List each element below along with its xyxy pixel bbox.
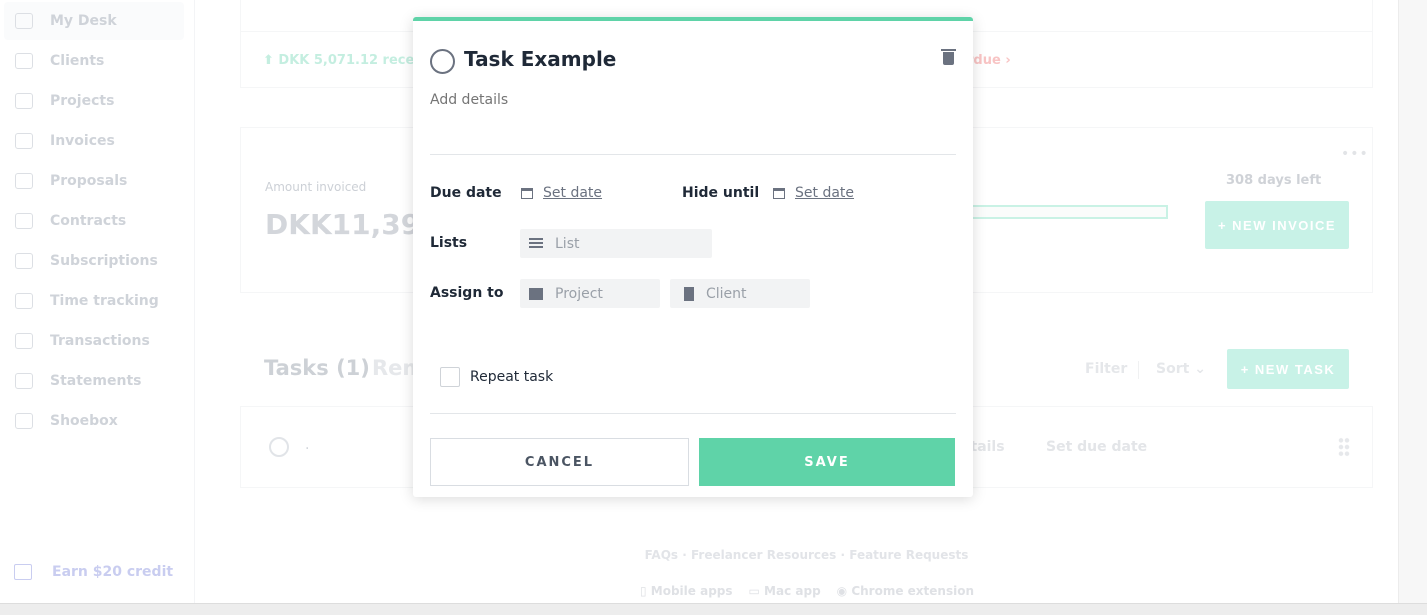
hide-until-link[interactable]: Set date	[795, 185, 854, 201]
mobile-apps-link[interactable]: ▯ Mobile apps	[640, 584, 733, 598]
refresh-icon	[15, 253, 33, 269]
sidebar-item-contracts[interactable]: Contracts	[4, 202, 184, 240]
sidebar-item-transactions[interactable]: Transactions	[4, 322, 184, 360]
lists-label: Lists	[430, 235, 468, 251]
sidebar-item-proposals[interactable]: Proposals	[4, 162, 184, 200]
amount-invoiced-label: Amount invoiced	[265, 180, 367, 194]
cancel-button[interactable]: CANCEL	[430, 438, 689, 486]
list-icon	[529, 237, 543, 250]
client-select[interactable]: Client	[670, 279, 810, 308]
list-select[interactable]: List	[520, 229, 712, 258]
sidebar-item-subscriptions[interactable]: Subscriptions	[4, 242, 184, 280]
gift-icon	[14, 564, 32, 580]
filter-button[interactable]: Filter	[1085, 361, 1127, 377]
due-date-label: Due date	[430, 185, 502, 201]
project-placeholder: Project	[555, 285, 603, 302]
sort-button[interactable]: Sort ⌄	[1156, 361, 1206, 377]
sidebar-item-label: Statements	[50, 373, 142, 389]
chrome-extension-link[interactable]: ◉ Chrome extension	[837, 584, 974, 598]
document-icon	[15, 173, 33, 189]
sidebar-item-time-tracking[interactable]: Time tracking	[4, 282, 184, 320]
assign-to-label: Assign to	[430, 285, 504, 301]
divider	[430, 413, 956, 414]
chrome-extension-label: Chrome extension	[851, 584, 974, 598]
folder-icon	[529, 287, 543, 300]
hide-until-label: Hide until	[682, 185, 760, 201]
scrollbar[interactable]	[1398, 0, 1427, 603]
sidebar-item-label: Proposals	[50, 173, 128, 189]
received-label: DKK 5,071.12 recei	[278, 53, 419, 68]
task-complete-checkbox[interactable]	[430, 49, 455, 74]
sidebar-item-label: Transactions	[50, 333, 150, 349]
progress-bar	[966, 205, 1168, 219]
save-button[interactable]: SAVE	[699, 438, 955, 486]
sidebar-item-label: Shoebox	[50, 413, 118, 429]
footer-apps: ▯ Mobile apps ▭ Mac app ◉ Chrome extensi…	[640, 584, 974, 598]
mac-app-link[interactable]: ▭ Mac app	[749, 584, 821, 598]
sidebar-item-label: Contracts	[50, 213, 127, 229]
new-invoice-button[interactable]: + NEW INVOICE	[1205, 201, 1349, 249]
earn-label: Earn $20 credit	[52, 564, 174, 580]
drag-handle-icon[interactable]	[1338, 437, 1350, 457]
received-amount[interactable]: ⬆ DKK 5,071.12 recei	[263, 53, 419, 68]
divider	[1138, 361, 1139, 379]
footer-links[interactable]: FAQs · Freelancer Resources · Feature Re…	[0, 548, 1313, 562]
task-title[interactable]: Task Example	[464, 47, 616, 71]
tab-tasks[interactable]: Tasks (1)	[264, 356, 370, 380]
set-due-date-link[interactable]: Set due date	[1046, 439, 1147, 455]
list-placeholder: List	[555, 235, 580, 252]
sort-label: Sort	[1156, 361, 1190, 377]
days-left: 308 days left	[1226, 173, 1322, 188]
chevron-down-icon: ⌄	[1194, 361, 1206, 377]
more-icon[interactable]: •••	[1341, 146, 1369, 162]
building-icon	[684, 286, 694, 301]
due-date-link[interactable]: Set date	[543, 185, 602, 201]
earn-credit-link[interactable]: Earn $20 credit	[14, 564, 173, 580]
sidebar-item-clients[interactable]: Clients	[4, 42, 184, 80]
sidebar-item-my-desk[interactable]: My Desk	[4, 2, 184, 40]
task-text: .	[305, 437, 310, 453]
sidebar: My Desk Clients Projects Invoices Proposals C…	[0, 0, 195, 615]
project-select[interactable]: Project	[520, 279, 660, 308]
mobile-apps-label: Mobile apps	[650, 584, 733, 598]
sidebar-item-projects[interactable]: Projects	[4, 82, 184, 120]
client-placeholder: Client	[706, 285, 747, 302]
book-icon	[15, 373, 33, 389]
details-input[interactable]	[430, 92, 950, 108]
clock-icon	[15, 293, 33, 309]
pen-icon	[15, 213, 33, 229]
bottom-bar	[0, 603, 1427, 615]
task-modal: Task Example Due date Set date Hide unti…	[413, 17, 973, 497]
home-icon	[15, 13, 33, 29]
repeat-task-label[interactable]: Repeat task	[470, 369, 553, 385]
sidebar-item-label: Time tracking	[50, 293, 159, 309]
archive-icon	[15, 413, 33, 429]
sidebar-item-statements[interactable]: Statements	[4, 362, 184, 400]
sidebar-item-label: Subscriptions	[50, 253, 158, 269]
chevron-right-icon: ›	[1005, 53, 1011, 68]
mac-app-label: Mac app	[764, 584, 821, 598]
overdue-link[interactable]: rdue ›	[967, 53, 1011, 68]
task-complete-checkbox[interactable]	[269, 437, 289, 457]
bar-chart-icon	[15, 333, 33, 349]
divider	[430, 154, 956, 155]
repeat-task-checkbox[interactable]	[440, 367, 460, 387]
sidebar-item-label: My Desk	[50, 13, 117, 29]
calendar-icon	[521, 188, 533, 199]
users-icon	[15, 53, 33, 69]
dollar-icon	[15, 133, 33, 149]
calendar-icon	[773, 188, 785, 199]
trash-icon[interactable]	[941, 49, 956, 65]
sidebar-item-invoices[interactable]: Invoices	[4, 122, 184, 160]
sidebar-item-shoebox[interactable]: Shoebox	[4, 402, 184, 440]
sidebar-item-label: Clients	[50, 53, 105, 69]
sidebar-item-label: Projects	[50, 93, 115, 109]
sidebar-item-label: Invoices	[50, 133, 115, 149]
new-task-button[interactable]: + NEW TASK	[1227, 349, 1349, 389]
folder-icon	[15, 93, 33, 109]
